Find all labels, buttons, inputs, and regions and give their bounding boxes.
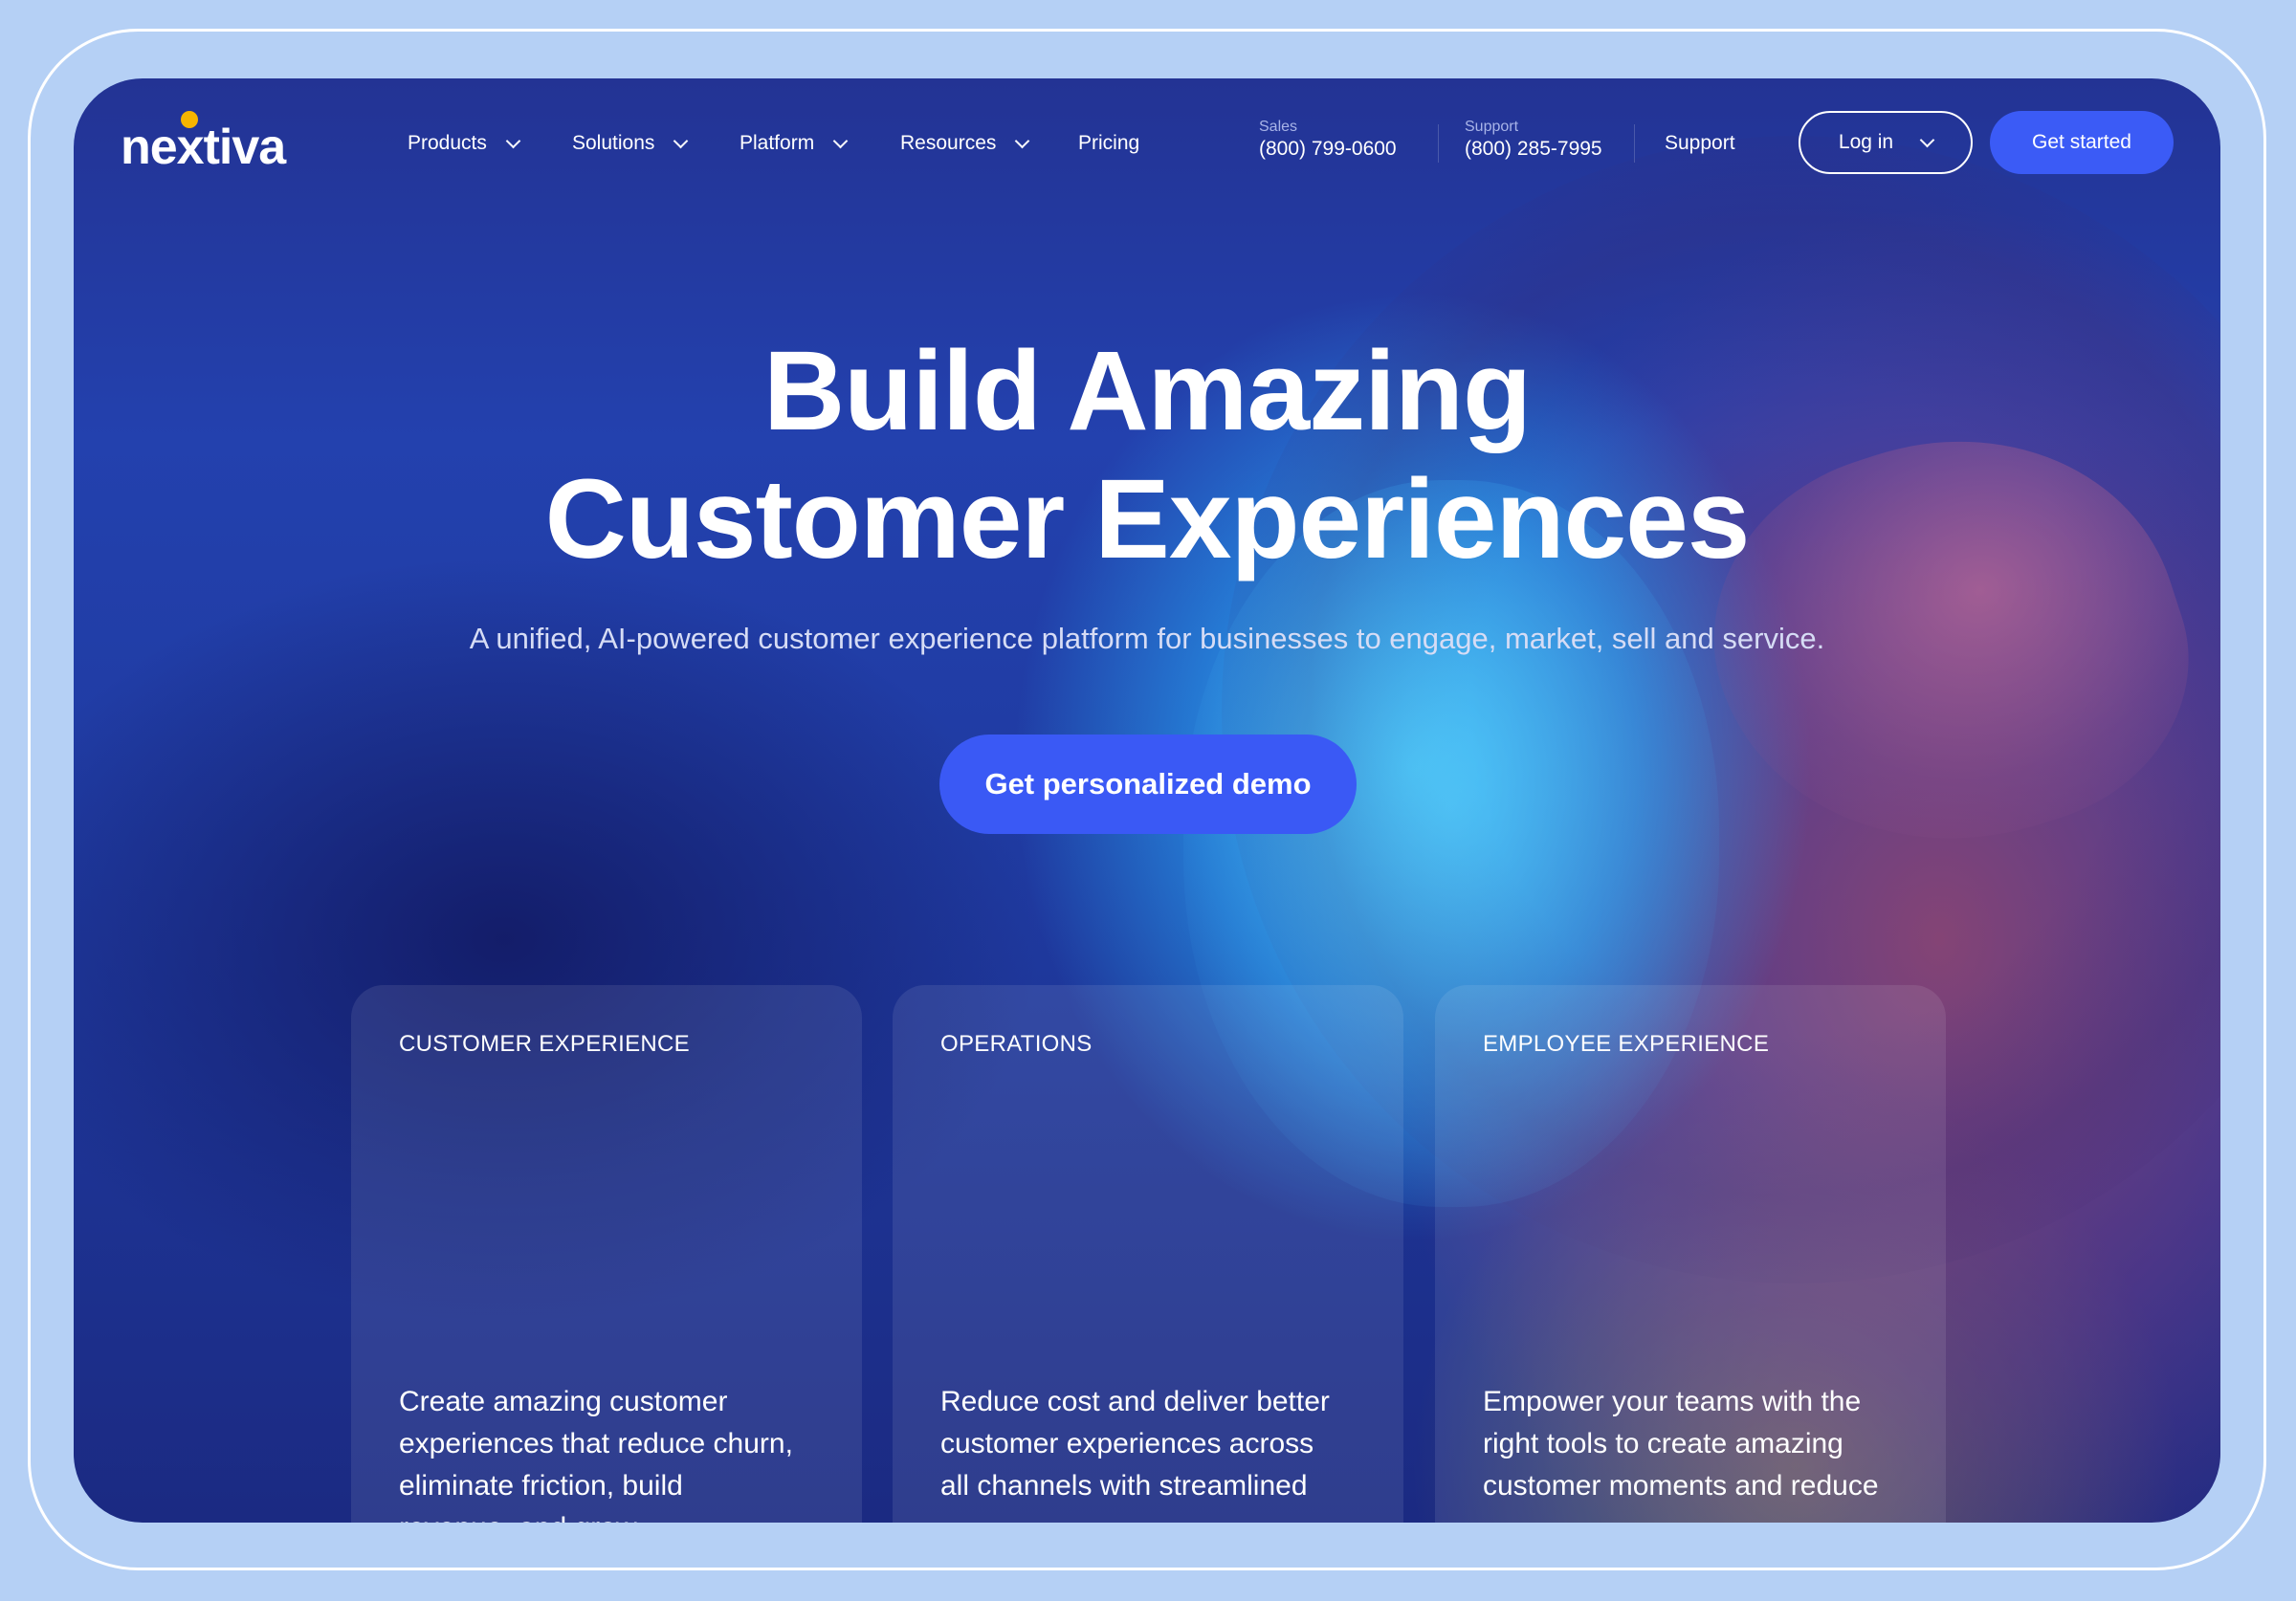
card-body: Empower your teams with the right tools … bbox=[1483, 1386, 1879, 1502]
card-employee-experience[interactable]: EMPLOYEE EXPERIENCE Empower your teams w… bbox=[1435, 985, 1946, 1523]
card-label: CUSTOMER EXPERIENCE bbox=[399, 1031, 690, 1057]
hero-subtitle: A unified, AI-powered customer experienc… bbox=[469, 622, 1825, 655]
nav-pricing-label: Pricing bbox=[1078, 132, 1140, 154]
nav-products[interactable]: Products bbox=[408, 126, 521, 161]
chevron-down-icon bbox=[832, 133, 849, 148]
support-link-label: Support bbox=[1665, 132, 1735, 154]
chevron-down-icon bbox=[1919, 132, 1935, 147]
logo-wordmark: nextiva bbox=[121, 120, 286, 175]
login-label: Log in bbox=[1838, 131, 1894, 153]
hero-headline: Build Amazing Customer Experiences bbox=[74, 327, 2220, 583]
get-started-label: Get started bbox=[2032, 131, 2131, 153]
card-body: Reduce cost and deliver better customer … bbox=[940, 1386, 1330, 1502]
get-personalized-demo-button[interactable]: Get personalized demo bbox=[939, 735, 1357, 834]
nav-products-label: Products bbox=[408, 132, 487, 154]
logo-dot-icon bbox=[181, 111, 198, 128]
chevron-down-icon bbox=[673, 133, 689, 148]
card-body: Create amazing customer experiences that… bbox=[399, 1386, 793, 1523]
cta-label: Get personalized demo bbox=[984, 767, 1312, 800]
chevron-down-icon bbox=[505, 133, 521, 148]
sales-phone[interactable]: (800) 799-0600 bbox=[1259, 138, 1397, 161]
nav-solutions-label: Solutions bbox=[572, 132, 655, 154]
sales-contact[interactable]: Sales (800) 799-0600 bbox=[1259, 119, 1397, 161]
support-phone-label: Support bbox=[1465, 119, 1519, 135]
top-navigation: nextiva Products Solutions Platform Reso… bbox=[74, 78, 2220, 212]
nav-divider bbox=[1438, 124, 1439, 163]
login-button[interactable]: Log in bbox=[1799, 111, 1973, 174]
nav-platform[interactable]: Platform bbox=[740, 126, 849, 161]
nav-platform-label: Platform bbox=[740, 132, 815, 154]
support-phone[interactable]: (800) 285-7995 bbox=[1465, 138, 1602, 161]
card-customer-experience[interactable]: CUSTOMER EXPERIENCE Create amazing custo… bbox=[351, 985, 862, 1523]
chevron-down-icon bbox=[1015, 133, 1030, 148]
hero-headline-line2: Customer Experiences bbox=[544, 456, 1751, 582]
browser-screen: nextiva Products Solutions Platform Reso… bbox=[74, 78, 2220, 1523]
nav-support-link[interactable]: Support bbox=[1665, 126, 1735, 161]
hero-headline-line1: Build Amazing bbox=[762, 328, 1532, 454]
nav-solutions[interactable]: Solutions bbox=[572, 126, 689, 161]
card-label: EMPLOYEE EXPERIENCE bbox=[1483, 1031, 1770, 1057]
card-operations[interactable]: OPERATIONS Reduce cost and deliver bette… bbox=[893, 985, 1403, 1523]
nav-resources-label: Resources bbox=[900, 132, 997, 154]
nav-pricing[interactable]: Pricing bbox=[1078, 126, 1139, 161]
card-label: OPERATIONS bbox=[940, 1031, 1093, 1057]
sales-label: Sales bbox=[1259, 119, 1298, 135]
nav-resources[interactable]: Resources bbox=[900, 126, 1030, 161]
get-started-button[interactable]: Get started bbox=[1990, 111, 2174, 174]
support-contact[interactable]: Support (800) 285-7995 bbox=[1465, 119, 1602, 161]
nav-divider bbox=[1634, 124, 1635, 163]
